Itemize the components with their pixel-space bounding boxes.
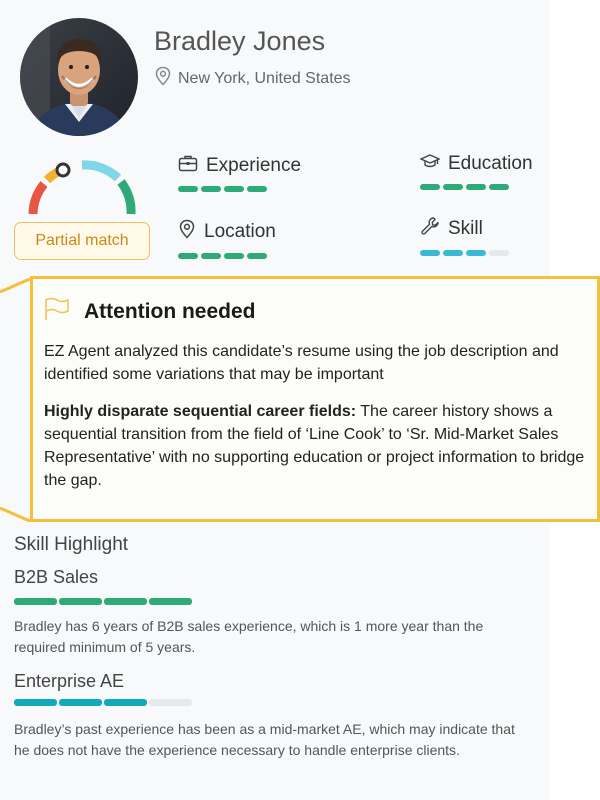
skill-description: Bradley’s past experience has been as a … <box>14 721 515 758</box>
skill-name: Enterprise AE <box>14 671 125 691</box>
bar-segment-filled <box>201 253 221 259</box>
skill-bar <box>14 699 192 706</box>
bar-segment-filled <box>14 699 57 706</box>
bar-segment-filled <box>104 598 147 605</box>
graduation-cap-icon <box>419 152 441 176</box>
criterion-label: Experience <box>206 155 302 176</box>
bar-segment-filled <box>59 699 102 706</box>
criterion-bar <box>420 184 533 190</box>
bar-segment-filled <box>443 184 463 190</box>
criterion-label: Skill <box>448 218 483 239</box>
bar-segment-filled <box>489 184 509 190</box>
flag-icon <box>44 297 70 326</box>
bar-segment-filled <box>104 699 147 706</box>
attention-intro: EZ Agent analyzed this candidate’s resum… <box>44 343 559 383</box>
bar-segment-filled <box>247 186 267 192</box>
skill-bar <box>14 598 192 605</box>
callout-pointer <box>0 278 34 522</box>
criterion-label: Education <box>448 153 533 174</box>
map-pin-icon <box>154 66 172 91</box>
bar-segment-empty <box>149 699 192 706</box>
bar-segment-filled <box>178 186 198 192</box>
match-badge: Partial match <box>14 222 150 260</box>
bar-segment-filled <box>466 184 486 190</box>
candidate-location: New York, United States <box>154 66 351 91</box>
skill-name: B2B Sales <box>14 567 99 587</box>
briefcase-icon <box>178 154 198 178</box>
bar-segment-empty <box>489 250 509 256</box>
map-pin-icon <box>178 219 196 245</box>
wrench-icon <box>420 216 440 242</box>
skill-description: Bradley has 6 years of B2B sales experie… <box>14 618 484 655</box>
location-text: New York, United States <box>178 69 351 87</box>
bar-segment-filled <box>201 186 221 192</box>
match-gauge <box>28 160 136 215</box>
attention-panel: Attention needed EZ Agent analyzed this … <box>30 276 600 522</box>
bar-segment-filled <box>420 184 440 190</box>
issue-label: Highly disparate sequential career field… <box>44 403 357 420</box>
bar-segment-filled <box>224 186 244 192</box>
bar-segment-filled <box>14 598 57 605</box>
bar-segment-filled <box>466 250 486 256</box>
gauge-indicator <box>55 162 71 178</box>
bar-segment-filled <box>178 253 198 259</box>
bar-segment-filled <box>149 598 192 605</box>
bar-segment-filled <box>59 598 102 605</box>
attention-issue: Highly disparate sequential career field… <box>44 400 587 492</box>
bar-segment-filled <box>420 250 440 256</box>
criterion-education: Education <box>419 152 533 190</box>
candidate-name: Bradley Jones <box>154 26 326 56</box>
criterion-location: Location <box>178 219 276 259</box>
criterion-bar <box>178 253 276 259</box>
attention-title: Attention needed <box>84 299 256 323</box>
criterion-bar <box>420 250 509 256</box>
criterion-bar <box>178 186 301 192</box>
criterion-experience: Experience <box>178 154 301 192</box>
skill-highlight-title: Skill Highlight <box>14 534 129 555</box>
criterion-skill: Skill <box>420 216 509 256</box>
bar-segment-filled <box>443 250 463 256</box>
bar-segment-filled <box>224 253 244 259</box>
avatar <box>20 18 138 136</box>
bar-segment-filled <box>247 253 267 259</box>
criterion-label: Location <box>204 221 276 242</box>
